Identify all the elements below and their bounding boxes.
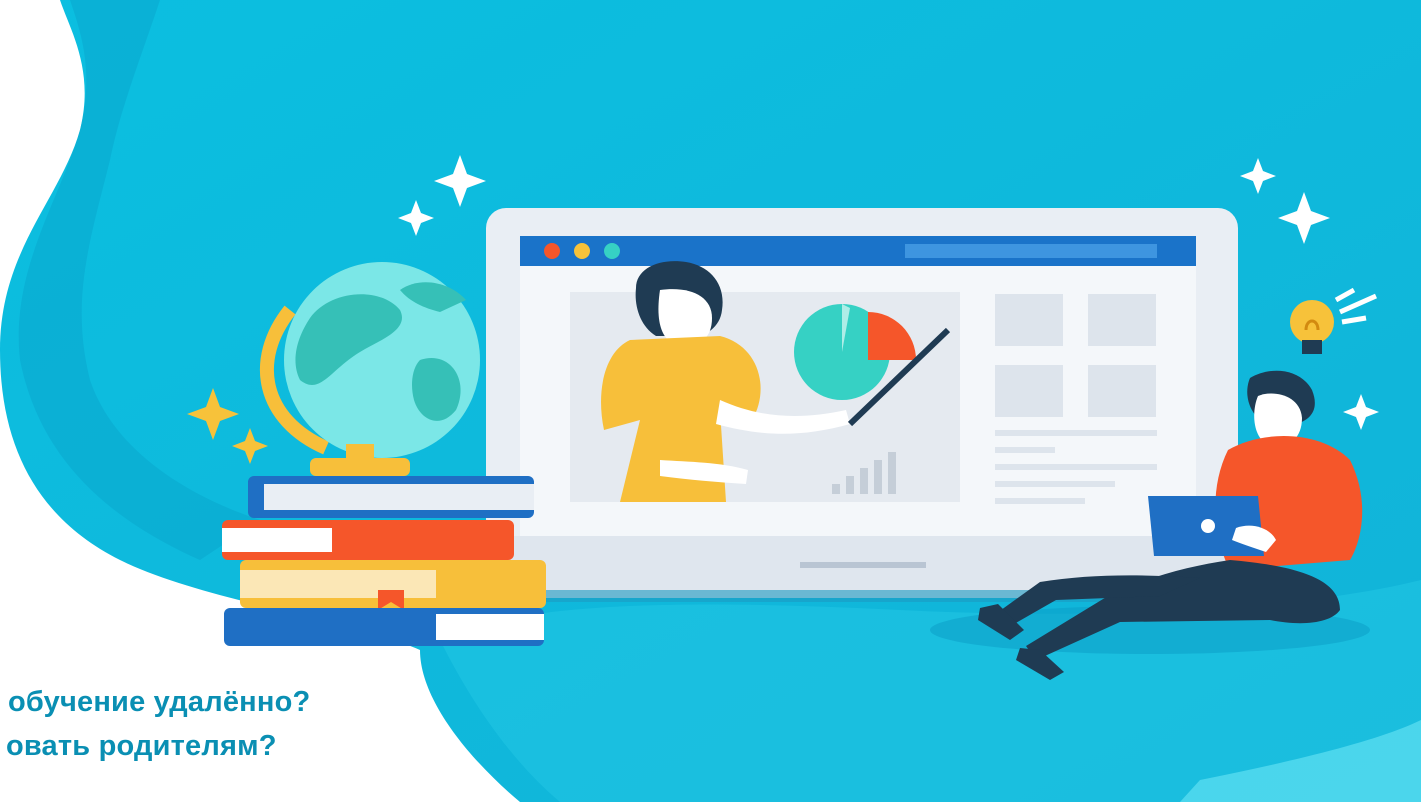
headline-line-1: обучение удалённо?: [8, 686, 311, 718]
monitor: [486, 208, 1238, 602]
headline-line-2: овать родителям?: [6, 730, 277, 762]
illustration: [0, 0, 1421, 802]
book-stack-icon: [222, 476, 546, 646]
